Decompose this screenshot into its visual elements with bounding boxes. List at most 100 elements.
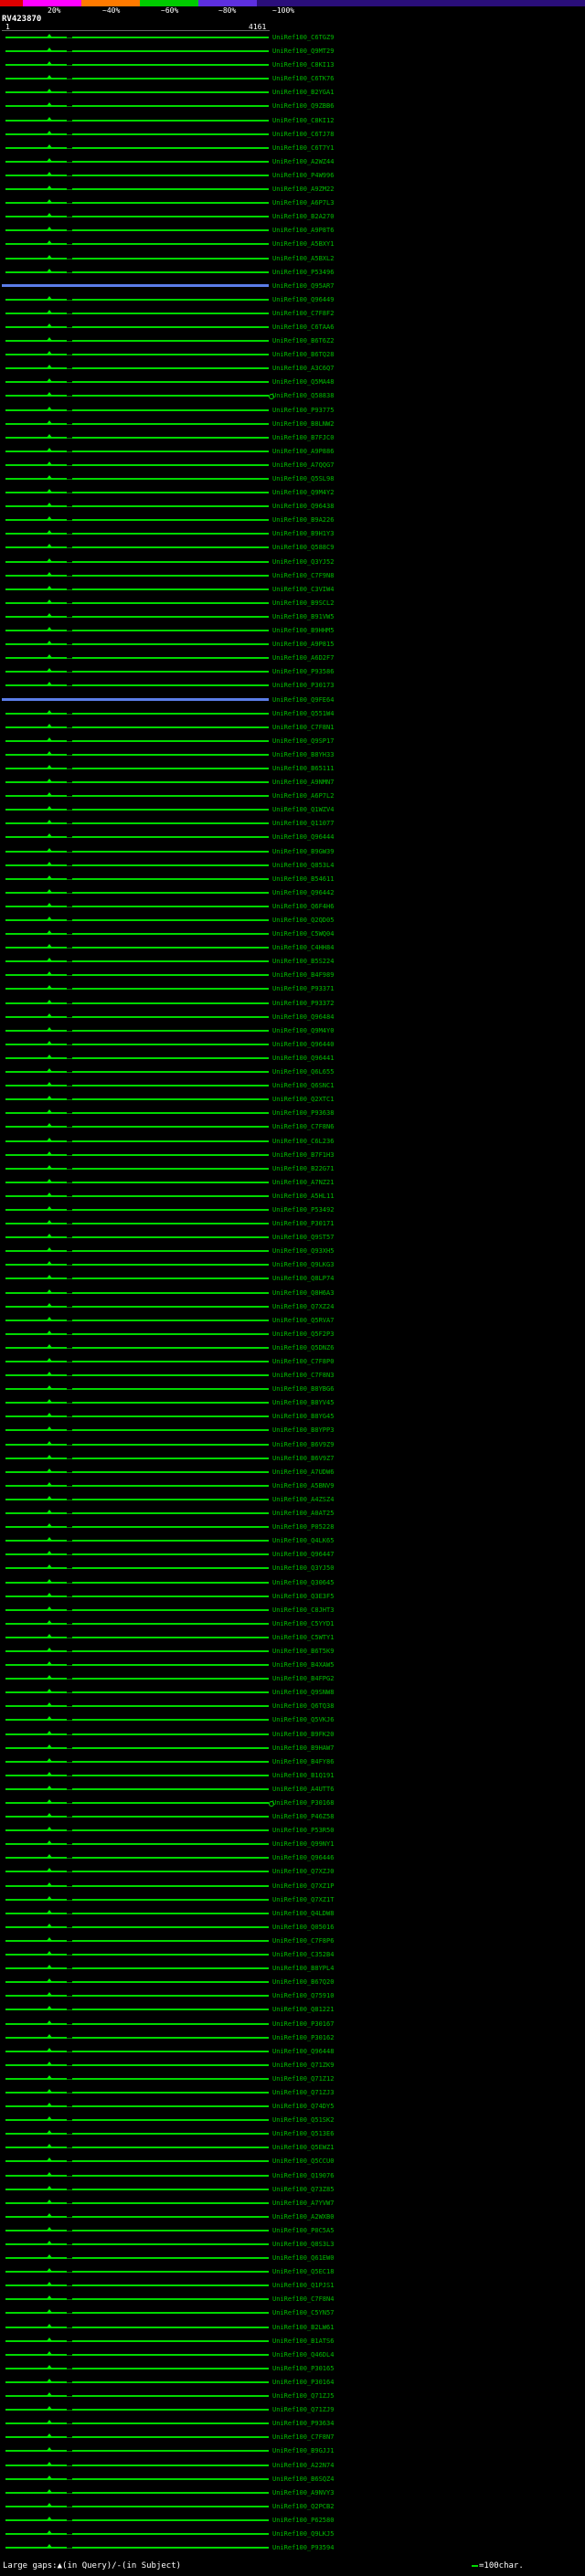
hit-label[interactable]: UniRef100_Q71Z12	[272, 2075, 334, 2083]
hit-label[interactable]: UniRef100_P4W996	[272, 172, 334, 180]
hit-alignment-line[interactable]	[5, 2532, 67, 2535]
hit-alignment-line[interactable]	[5, 1002, 67, 1004]
hit-label[interactable]: UniRef100_B7FJC0	[272, 434, 334, 442]
hit-alignment-line[interactable]	[72, 1236, 269, 1239]
hit-alignment-line[interactable]	[5, 492, 67, 494]
hit-alignment-line[interactable]	[5, 436, 67, 439]
hit-label[interactable]: UniRef100_P93634	[272, 2420, 334, 2428]
hit-label[interactable]: UniRef100_Q71ZJ3	[272, 2089, 334, 2097]
hit-label[interactable]: UniRef100_B8YPL4	[272, 1965, 334, 1973]
hit-alignment-line[interactable]	[72, 2174, 269, 2177]
hit-alignment-line[interactable]	[5, 822, 67, 825]
hit-alignment-line[interactable]	[72, 2518, 269, 2521]
hit-alignment-line[interactable]	[5, 836, 67, 839]
hit-alignment-line[interactable]	[72, 298, 269, 301]
hit-alignment-line[interactable]	[5, 1526, 67, 1529]
hit-alignment-line[interactable]	[72, 2505, 269, 2507]
hit-alignment-line[interactable]	[72, 1140, 269, 1142]
hit-alignment-line[interactable]	[72, 1085, 269, 1087]
hit-alignment-line[interactable]	[72, 1843, 269, 1846]
hit-label[interactable]: UniRef100_Q2QD05	[272, 917, 334, 925]
hit-alignment-line[interactable]	[5, 601, 67, 604]
hit-label[interactable]: UniRef100_A4UTT6	[272, 1786, 334, 1794]
hit-label[interactable]: UniRef100_A6P7L3	[272, 199, 334, 207]
hit-alignment-line[interactable]	[72, 64, 269, 67]
hit-alignment-line[interactable]	[72, 1995, 269, 1998]
hit-label[interactable]: UniRef100_B8YV45	[272, 1399, 334, 1407]
hit-alignment-line[interactable]	[72, 2436, 269, 2439]
hit-alignment-line[interactable]	[72, 1208, 269, 1211]
hit-alignment-line[interactable]	[72, 1277, 269, 1280]
hit-alignment-line[interactable]	[72, 50, 269, 53]
hit-alignment-line[interactable]	[72, 1691, 269, 1694]
hit-alignment-line[interactable]	[72, 133, 269, 135]
hit-alignment-line[interactable]	[72, 2009, 269, 2011]
hit-alignment-line[interactable]	[5, 2547, 67, 2549]
hit-label[interactable]: UniRef100_Q588C9	[272, 544, 334, 552]
hit-alignment-line[interactable]	[72, 1415, 269, 1418]
hit-label[interactable]: UniRef100_B6T6Z2	[272, 337, 334, 345]
hit-alignment-line[interactable]	[5, 1223, 67, 1225]
hit-alignment-line-blue[interactable]	[2, 697, 269, 701]
hit-label[interactable]: UniRef100_P93371	[272, 985, 334, 993]
hit-label[interactable]: UniRef100_B8YPP3	[272, 1426, 334, 1435]
hit-alignment-line[interactable]	[72, 367, 269, 370]
hit-label[interactable]: UniRef100_B1Q191	[272, 1772, 334, 1780]
hit-label[interactable]: UniRef100_Q9MT29	[272, 48, 334, 56]
hit-alignment-line[interactable]	[72, 188, 269, 191]
hit-alignment-line[interactable]	[5, 560, 67, 563]
hit-label[interactable]: UniRef100_C7F8N1	[272, 724, 334, 732]
hit-alignment-line[interactable]	[5, 2160, 67, 2163]
hit-label[interactable]: UniRef100_Q96438	[272, 503, 334, 511]
hit-alignment-line[interactable]	[72, 546, 269, 549]
hit-label[interactable]: UniRef100_P53492	[272, 1206, 334, 1214]
hit-label[interactable]: UniRef100_B8YH33	[272, 751, 334, 759]
hit-alignment-line[interactable]	[72, 905, 269, 907]
hit-alignment-line[interactable]	[5, 2326, 67, 2328]
hit-alignment-line[interactable]	[5, 1705, 67, 1708]
hit-label[interactable]: UniRef100_P93372	[272, 1000, 334, 1008]
hit-alignment-line[interactable]	[5, 1898, 67, 1901]
hit-alignment-line[interactable]	[5, 1691, 67, 1694]
hit-alignment-line[interactable]	[72, 381, 269, 384]
hit-alignment-line[interactable]	[5, 2133, 67, 2136]
hit-label[interactable]: UniRef100_Q71ZJ9	[272, 2406, 334, 2414]
hit-label[interactable]: UniRef100_B9H1Y3	[272, 530, 334, 538]
hit-alignment-line[interactable]	[5, 1140, 67, 1142]
hit-alignment-line[interactable]	[5, 1346, 67, 1349]
hit-alignment-line[interactable]	[5, 2339, 67, 2342]
hit-alignment-line[interactable]	[72, 78, 269, 80]
hit-alignment-line[interactable]	[5, 1277, 67, 1280]
hit-alignment-line[interactable]	[72, 1112, 269, 1115]
hit-alignment-line[interactable]	[5, 408, 67, 411]
hit-alignment-line[interactable]	[5, 1457, 67, 1459]
hit-alignment-line[interactable]	[5, 877, 67, 880]
hit-alignment-line[interactable]	[72, 2105, 269, 2108]
hit-alignment-line[interactable]	[72, 615, 269, 618]
hit-alignment-line[interactable]	[72, 1015, 269, 1018]
hit-alignment-line[interactable]	[5, 1595, 67, 1597]
hit-alignment-line[interactable]	[5, 767, 67, 769]
hit-label[interactable]: UniRef100_C8JHT3	[272, 1606, 334, 1615]
hit-alignment-line[interactable]	[72, 2395, 269, 2398]
hit-label[interactable]: UniRef100_B9A226	[272, 516, 334, 525]
hit-alignment-line[interactable]	[72, 436, 269, 439]
hit-label[interactable]: UniRef100_Q58838	[272, 392, 334, 400]
hit-alignment-line[interactable]	[72, 1361, 269, 1362]
hit-alignment-line[interactable]	[72, 809, 269, 811]
hit-alignment-line[interactable]	[5, 2271, 67, 2274]
hit-label[interactable]: UniRef100_A9P886	[272, 448, 334, 456]
hit-alignment-line[interactable]	[5, 2022, 67, 2025]
hit-alignment-line[interactable]	[72, 1649, 269, 1652]
hit-alignment-line[interactable]	[5, 367, 67, 370]
hit-alignment-line[interactable]	[5, 202, 67, 205]
hit-alignment-line[interactable]	[72, 2353, 269, 2356]
hit-alignment-line[interactable]	[72, 312, 269, 314]
hit-alignment-line[interactable]	[5, 1787, 67, 1790]
hit-alignment-line[interactable]	[72, 1388, 269, 1391]
hit-alignment-line[interactable]	[5, 1374, 67, 1377]
hit-alignment-line[interactable]	[5, 1181, 67, 1183]
hit-label[interactable]: UniRef100_Q96444	[272, 833, 334, 842]
hit-alignment-line[interactable]	[5, 739, 67, 742]
hit-alignment-line[interactable]	[72, 1374, 269, 1377]
